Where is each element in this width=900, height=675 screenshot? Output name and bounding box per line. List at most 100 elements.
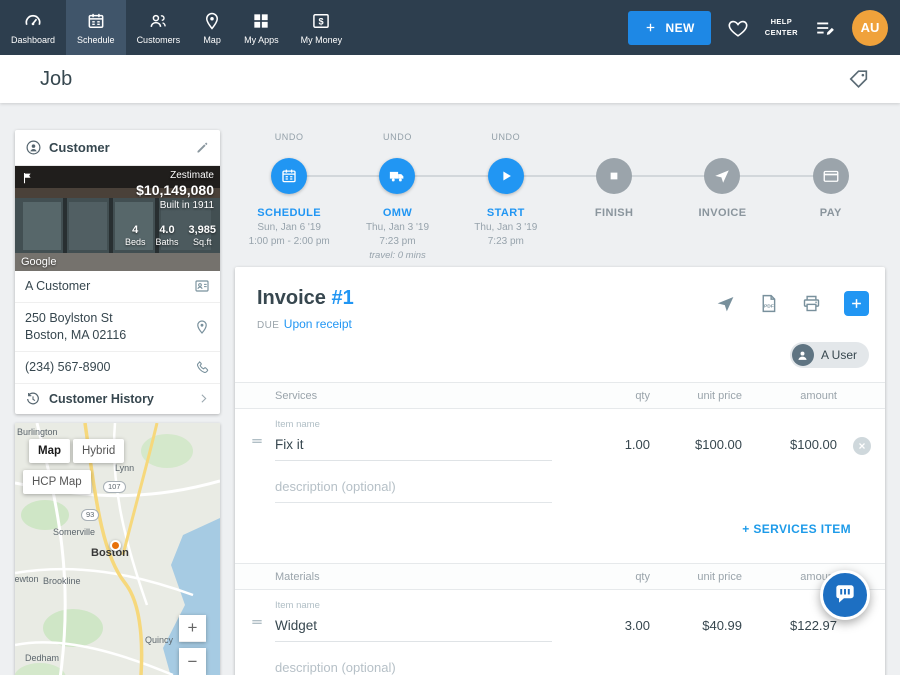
nav-label: My Apps [244, 35, 279, 45]
zestimate-label: Zestimate [136, 170, 214, 181]
nav-item-my-money[interactable]: My Money [290, 0, 354, 55]
assignee-chip[interactable]: A User [790, 342, 869, 368]
invoice-step-button[interactable] [704, 158, 740, 194]
chat-launcher-button[interactable] [820, 570, 870, 620]
add-invoice-button[interactable] [844, 291, 869, 316]
baths-value: 4.0 [155, 224, 178, 236]
step-time: 7:23 pm [488, 236, 524, 247]
remove-service-item-button[interactable] [853, 437, 871, 455]
calendar-icon [280, 167, 298, 185]
job-location-marker[interactable] [110, 540, 121, 551]
material-unit-price-input[interactable]: $40.99 [650, 618, 742, 642]
invoice-actions: PDF [715, 287, 869, 316]
new-button[interactable]: NEW [628, 11, 711, 45]
customers-icon [148, 11, 168, 31]
start-step-button[interactable] [488, 158, 524, 194]
calendar-icon [86, 11, 106, 31]
materials-section-label: Materials [275, 571, 578, 583]
omw-step-button[interactable] [379, 158, 415, 194]
map-label-brookline: Brookline [43, 576, 81, 586]
map-type-button-map[interactable]: Map [29, 439, 70, 463]
nav-item-my-apps[interactable]: My Apps [233, 0, 290, 55]
finish-step-button[interactable] [596, 158, 632, 194]
invoice-number[interactable]: #1 [331, 287, 353, 309]
timeline-step-finish: FINISH [560, 132, 668, 261]
map-widget[interactable]: Map Hybrid HCP Map Burlington Lynn Somer… [15, 423, 220, 675]
undo-start-link[interactable]: UNDO [491, 132, 520, 145]
baths-label: Baths [155, 237, 178, 247]
drag-handle-icon[interactable] [249, 614, 265, 630]
send-invoice-icon[interactable] [715, 293, 736, 314]
schedule-step-button[interactable] [271, 158, 307, 194]
timeline-step-invoice: INVOICE [668, 132, 776, 261]
undo-schedule-link[interactable]: UNDO [275, 132, 304, 145]
material-qty-input[interactable]: 3.00 [578, 618, 650, 642]
service-qty-input[interactable]: 1.00 [578, 437, 650, 461]
user-avatar[interactable]: AU [852, 10, 888, 46]
zestimate-value: $10,149,080 [136, 182, 214, 198]
zoom-in-button[interactable]: + [179, 615, 206, 642]
property-photo[interactable]: Zestimate $10,149,080 Built in 1911 4 Be… [15, 166, 220, 271]
nav-item-customers[interactable]: Customers [126, 0, 192, 55]
referrals-heart-icon[interactable] [727, 17, 749, 39]
pdf-icon[interactable]: PDF [758, 293, 779, 314]
address-line2: Boston, MA 02116 [25, 327, 186, 344]
service-amount: $100.00 [742, 437, 837, 461]
streetview-flag-icon [21, 171, 35, 185]
customer-address-row: 250 Boylston St Boston, MA 02116 [15, 303, 220, 352]
undo-omw-link[interactable]: UNDO [383, 132, 412, 145]
job-tags-icon[interactable] [848, 68, 870, 90]
pay-step-button[interactable] [813, 158, 849, 194]
money-icon [311, 11, 331, 31]
nav-item-dashboard[interactable]: Dashboard [0, 0, 66, 55]
stop-icon [605, 167, 623, 185]
contact-card-icon[interactable] [194, 278, 210, 294]
step-date: Thu, Jan 3 '19 [366, 222, 429, 233]
plus-icon [644, 21, 657, 34]
materials-header-row: Materials qty unit price amount [235, 563, 885, 590]
service-item-row: Item name Fix it 1.00 $100.00 $100.00 [235, 409, 885, 471]
print-icon[interactable] [801, 293, 822, 314]
unit-price-header: unit price [650, 571, 742, 583]
address-pin-icon[interactable] [194, 319, 210, 335]
timeline-step-pay: PAY [777, 132, 885, 261]
address-line1: 250 Boylston St [25, 310, 186, 327]
nav-item-map[interactable]: Map [191, 0, 233, 55]
top-nav: Dashboard Schedule Customers Map My Apps… [0, 0, 900, 55]
due-label: DUE [257, 320, 279, 331]
map-type-button-hcp[interactable]: HCP Map [23, 470, 91, 494]
beds-label: Beds [125, 237, 146, 247]
google-watermark: Google [21, 256, 56, 268]
due-value-link[interactable]: Upon receipt [284, 317, 352, 331]
truck-icon [388, 167, 406, 185]
feedback-list-edit-icon[interactable] [814, 17, 836, 39]
invoice-card: Invoice #1 DUE Upon receipt PDF [235, 267, 885, 675]
step-label: PAY [820, 207, 842, 219]
plus-icon [849, 296, 864, 311]
phone-icon[interactable] [194, 359, 210, 375]
service-item-name-input[interactable]: Fix it [275, 437, 552, 461]
material-description-input[interactable]: description (optional) [275, 652, 552, 675]
add-services-item-link[interactable]: + SERVICES ITEM [742, 522, 851, 536]
drag-handle-icon[interactable] [249, 433, 265, 449]
help-center-line1: HELP [765, 17, 798, 27]
zoom-out-button[interactable]: − [179, 648, 206, 675]
step-label: OMW [383, 207, 412, 219]
help-center-button[interactable]: HELP CENTER [765, 17, 798, 37]
material-item-name-input[interactable]: Widget [275, 618, 552, 642]
material-item-row: Item name Widget 3.00 $40.99 $122.97 [235, 590, 885, 652]
nav-item-schedule[interactable]: Schedule [66, 0, 126, 55]
map-type-button-hybrid[interactable]: Hybrid [73, 439, 124, 463]
service-description-input[interactable]: description (optional) [275, 471, 552, 503]
help-center-line2: CENTER [765, 28, 798, 38]
service-description-row: description (optional) [235, 471, 885, 509]
service-unit-price-input[interactable]: $100.00 [650, 437, 742, 461]
step-date: Thu, Jan 3 '19 [474, 222, 537, 233]
timeline-step-omw: UNDO OMW Thu, Jan 3 '19 7:23 pm travel: … [343, 132, 451, 261]
nav-label: Map [203, 35, 221, 45]
map-label-newton: Newton [15, 574, 39, 584]
edit-customer-icon[interactable] [195, 140, 210, 155]
map-label-somerville: Somerville [53, 527, 95, 537]
svg-text:PDF: PDF [764, 303, 774, 309]
customer-history-row[interactable]: Customer History [15, 384, 220, 414]
